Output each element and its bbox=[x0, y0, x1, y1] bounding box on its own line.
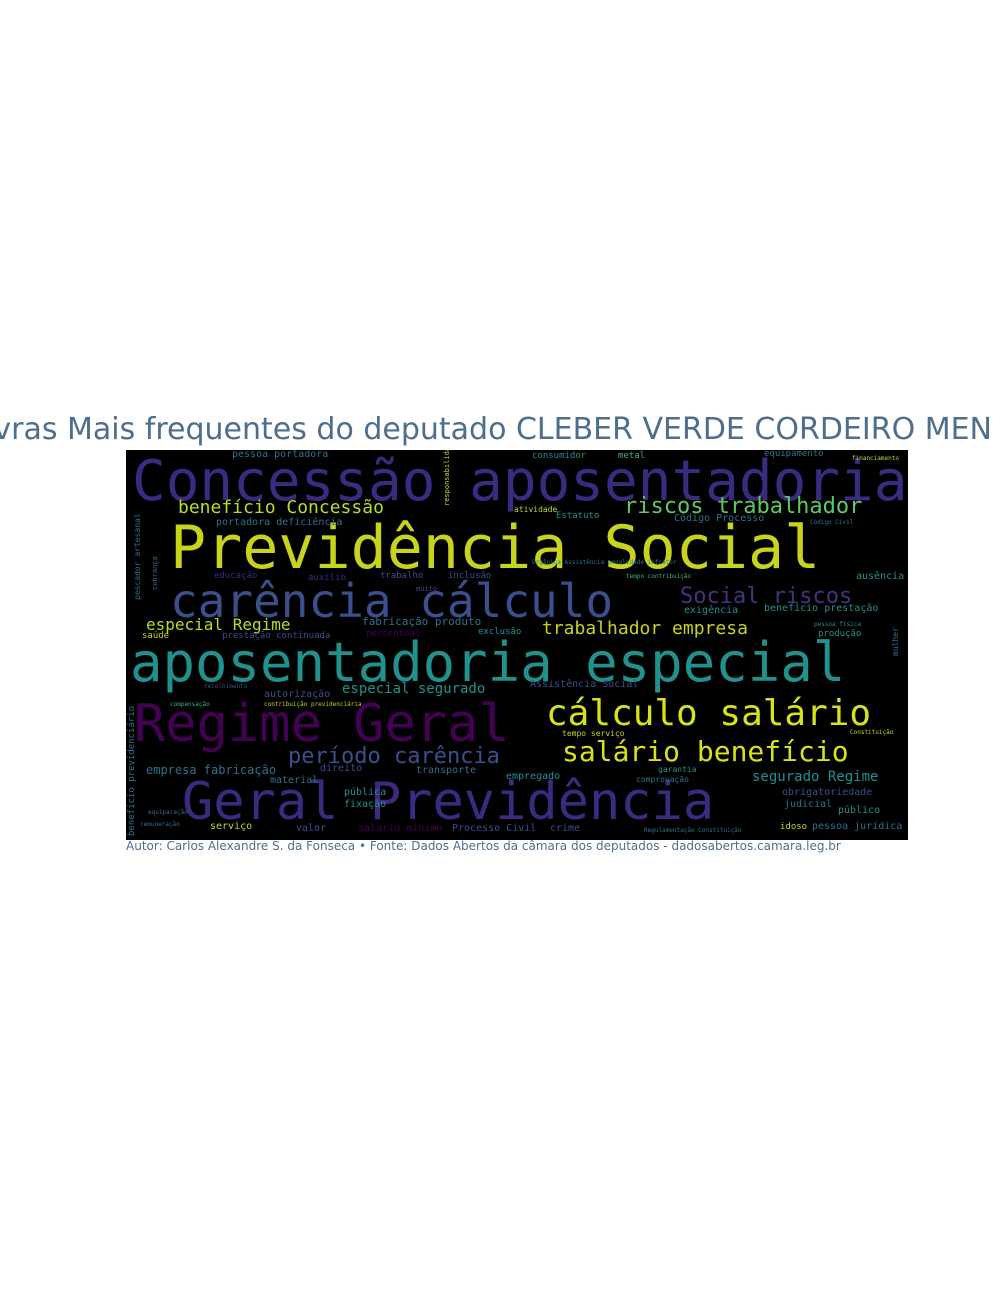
word-publico: público bbox=[838, 805, 881, 816]
word-cobranca: equiparação bbox=[148, 809, 188, 816]
word-constituicao: financiamento bbox=[852, 455, 899, 462]
word-assistencia-social: Assistência Social bbox=[530, 679, 639, 690]
word-trabalho: trabalho bbox=[380, 571, 424, 581]
word-inclusao: inclusão bbox=[448, 571, 492, 581]
word-financiamento: cobrança bbox=[151, 556, 159, 590]
word-contribuicao-previdenciaria: Regulamentação Constituição bbox=[644, 827, 742, 834]
word-ausencia: ausência bbox=[856, 571, 905, 582]
word-codigo-civil: Constituição bbox=[850, 729, 894, 736]
word-remuneracao: recolhimento bbox=[204, 683, 248, 690]
word-material: material bbox=[270, 775, 319, 786]
word-codigo-processo: Código Processo bbox=[674, 513, 765, 524]
word-atividade: atividade bbox=[514, 505, 558, 514]
word-calculo-salario: cálculo salário bbox=[546, 693, 872, 734]
word-obrigatoriedade: obrigatoriedade bbox=[782, 787, 873, 798]
page: avras Mais frequentes do deputado CLEBER… bbox=[0, 0, 1008, 1296]
word-servico: serviço bbox=[210, 821, 253, 832]
word-beneficio-prestacao: benefício prestação bbox=[764, 603, 879, 614]
word-comprovacao: comprovação bbox=[636, 775, 689, 784]
word-transporte: transporte bbox=[416, 765, 477, 776]
word-empregado: empregado bbox=[506, 771, 561, 782]
word-pessoa-portadora: pessoa portadora bbox=[232, 450, 329, 460]
word-aposentadoria-especial: aposentadoria especial bbox=[130, 631, 846, 694]
word-salario-minimo: salário mínimo bbox=[358, 823, 443, 834]
word-idoso: idoso bbox=[780, 822, 808, 832]
word-equiparacao: remuneração bbox=[140, 821, 180, 828]
word-empresa-fabricacao: empresa fabricação bbox=[146, 763, 277, 777]
word-responsabilidade: compensação bbox=[170, 701, 210, 708]
word-beneficio-concessao: benefício Concessão bbox=[178, 497, 384, 518]
word-organica-assistencia: tempo contribuição bbox=[626, 573, 692, 580]
word-percentual: percentual bbox=[366, 629, 421, 639]
word-producao: produção bbox=[818, 629, 862, 639]
word-prestacao-continuada: prestação continuada bbox=[222, 631, 331, 641]
word-salario-beneficio: salário benefício bbox=[562, 735, 849, 768]
word-muito: muito bbox=[416, 585, 438, 593]
word-cloud: Concessão aposentadoria Previdência Soci… bbox=[126, 450, 908, 840]
word-mulher: tempo serviço bbox=[562, 729, 625, 738]
word-equipamento: equipamento bbox=[764, 450, 824, 459]
word-auxilio: auxílio bbox=[308, 573, 346, 583]
word-autorizacao: autorização bbox=[264, 689, 331, 700]
word-regulamentacao-constituicao: Orgânica Assistência penalidade infrator bbox=[532, 559, 677, 566]
word-judicial: judicial bbox=[784, 799, 833, 810]
word-geral-previdencia: Geral Previdência bbox=[182, 772, 715, 832]
word-crime: crime bbox=[550, 823, 581, 834]
word-exclusao: exclusão bbox=[478, 627, 522, 637]
word-tempo-servico: benefício previdenciário bbox=[127, 705, 137, 836]
word-direito: direito bbox=[320, 763, 363, 774]
word-exigencia: exigência bbox=[684, 605, 739, 616]
source-caption: Autor: Carlos Alexandre S. da Fonseca • … bbox=[126, 839, 841, 853]
word-saude: saúde bbox=[142, 631, 170, 641]
word-estatuto: Estatuto bbox=[556, 511, 600, 521]
word-publica: pública bbox=[344, 787, 387, 798]
word-pagamento: responsabilidade bbox=[443, 450, 451, 506]
word-pessoa-juridica: pessoa jurídica bbox=[812, 821, 903, 832]
word-valor: valor bbox=[296, 823, 327, 834]
word-compensacao: contribuição previdenciária bbox=[264, 701, 362, 708]
word-tempo-contribuicao: pessoa física bbox=[814, 621, 861, 628]
word-portadora-deficiencia: portadora deficiência bbox=[216, 517, 343, 528]
word-metal: metal bbox=[618, 451, 646, 461]
word-garantia: garantia bbox=[658, 765, 697, 774]
word-processo-civil: Processo Civil bbox=[452, 823, 537, 834]
word-consumidor: consumidor bbox=[532, 451, 587, 461]
word-educacao: educação bbox=[214, 571, 258, 581]
word-fixacao: fixação bbox=[344, 799, 387, 810]
word-especial-segurado: especial segurado bbox=[342, 681, 486, 697]
word-segurado-regime: segurado Regime bbox=[752, 769, 879, 785]
word-fabricacao-produto: fabricação produto bbox=[362, 615, 482, 628]
chart-title-text: avras Mais frequentes do deputado CLEBER… bbox=[0, 412, 992, 447]
word-pessoa-fisica: Código Civil bbox=[810, 519, 854, 526]
word-pescador-artesanal: pescador artesanal bbox=[133, 513, 142, 600]
word-beneficio-previdenciario: mulher bbox=[891, 627, 900, 656]
